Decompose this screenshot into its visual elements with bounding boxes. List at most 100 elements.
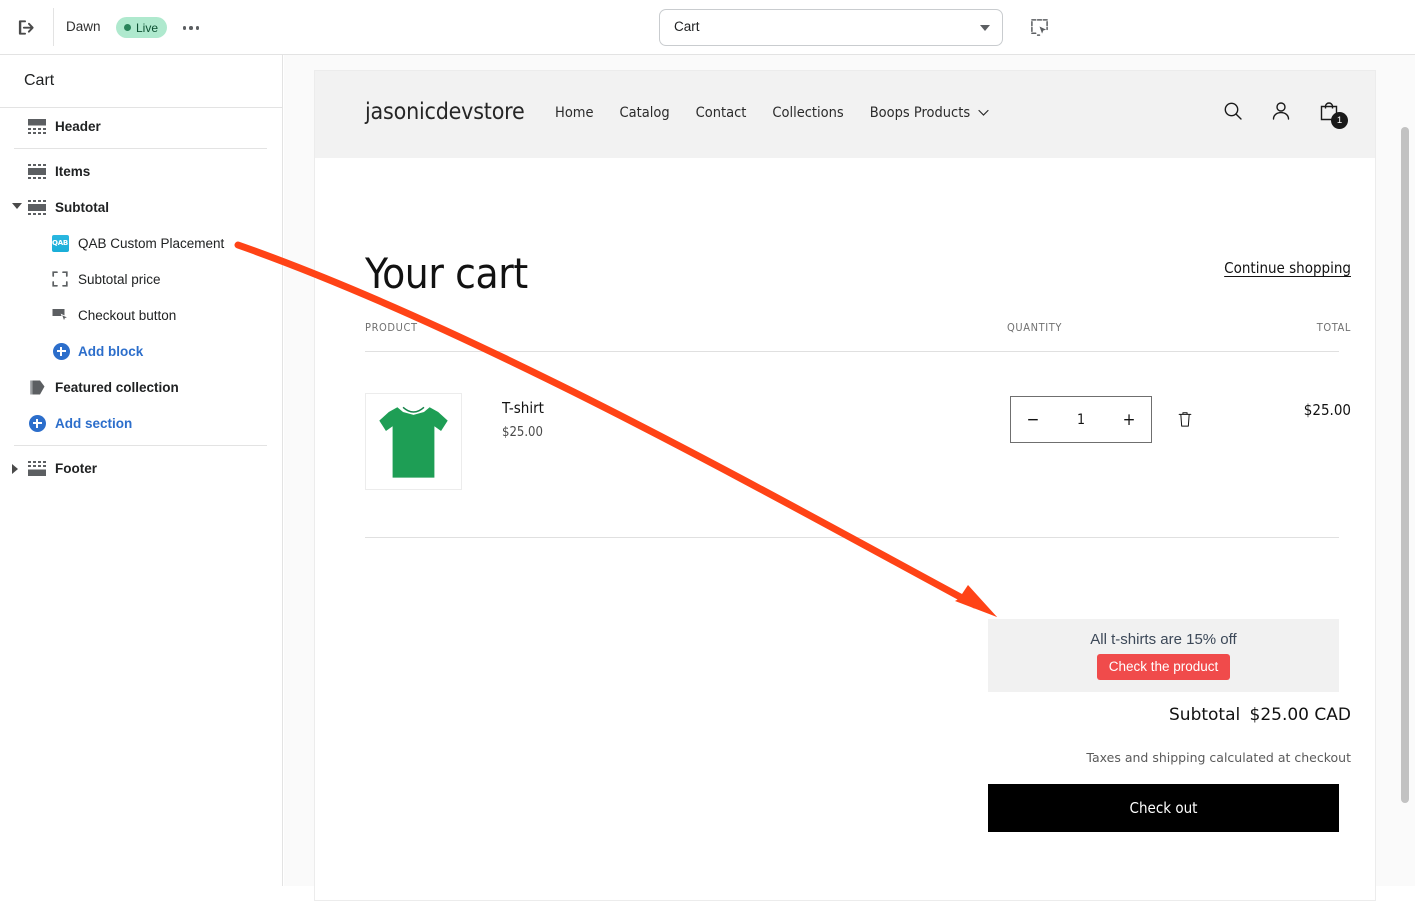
nav-link-home[interactable]: Home [555, 105, 594, 121]
promo-text: All t-shirts are 15% off [1090, 631, 1237, 648]
section-block-icon [27, 197, 47, 217]
product-name[interactable]: T-shirt [502, 399, 544, 417]
page-title: Cart [24, 72, 55, 89]
sidebar-item-checkout-button[interactable]: Checkout button [0, 297, 283, 333]
live-dot-icon [124, 24, 131, 31]
theme-preview-pane: jasonicdevstore Home Catalog Contact Collec… [284, 55, 1415, 901]
sidebar-item-label: Add section [55, 415, 133, 431]
promo-banner: All t-shirts are 15% off Check the produ… [988, 619, 1339, 692]
continue-shopping-link[interactable]: Continue shopping [1224, 259, 1351, 277]
sidebar-item-label: Subtotal [55, 199, 109, 215]
sidebar-item-label: Header [55, 118, 101, 134]
sidebar-divider [0, 144, 283, 153]
subtotal-value: $25.00 CAD [1249, 705, 1351, 725]
subtotal-label: Subtotal [1169, 705, 1241, 725]
chevron-right-icon[interactable] [12, 464, 18, 474]
status-badge-label: Live [136, 20, 159, 35]
ellipsis-icon [182, 26, 187, 30]
cart-heading: Your cart [365, 249, 528, 298]
account-person-icon[interactable] [1269, 99, 1295, 125]
plus-circle-icon [27, 413, 47, 433]
check-the-product-button[interactable]: Check the product [1096, 654, 1231, 680]
editor-top-bar: Dawn Live Cart [0, 0, 1415, 55]
column-header-product: PRODUCT [365, 321, 418, 334]
storefront-header: jasonicdevstore Home Catalog Contact Collec… [315, 71, 1375, 158]
preview-scrollbar[interactable] [1400, 70, 1411, 803]
sidebar-item-subtotal-price[interactable]: Subtotal price [0, 261, 283, 297]
column-header-quantity: QUANTITY [1007, 321, 1063, 334]
sidebar-item-label: Add block [78, 343, 144, 359]
chevron-down-icon[interactable] [12, 203, 22, 209]
divider-line [14, 445, 267, 446]
page-selector[interactable]: Cart [659, 9, 1003, 46]
store-logo[interactable]: jasonicdevstore [365, 99, 525, 125]
page-selector-value: Cart [674, 19, 700, 34]
sidebar-item-subtotal[interactable]: Subtotal [0, 189, 283, 225]
store-main-nav: Home Catalog Contact Collections Boops Produ… [555, 105, 989, 121]
sidebar-item-label: Featured collection [55, 379, 179, 395]
sidebar-item-add-block[interactable]: Add block [0, 333, 283, 369]
chevron-down-icon [980, 25, 990, 31]
sidebar-item-footer[interactable]: Footer [0, 450, 283, 486]
sidebar-item-featured-collection[interactable]: Featured collection [0, 369, 283, 405]
sidebar-item-label: Subtotal price [78, 271, 161, 287]
store-header-actions: 1 [1221, 99, 1348, 129]
table-divider-bottom [365, 537, 1339, 538]
chevron-down-icon [978, 105, 989, 121]
qab-app-icon: QAB [50, 233, 70, 253]
sidebar-item-label: Checkout button [78, 307, 177, 323]
tshirt-image [379, 406, 448, 478]
remove-item-button[interactable] [1175, 409, 1197, 431]
checkout-button[interactable]: Check out [988, 784, 1339, 832]
nav-link-catalog[interactable]: Catalog [620, 105, 670, 121]
tax-shipping-note: Taxes and shipping calculated at checkou… [1086, 750, 1351, 765]
sidebar-item-add-section[interactable]: Add section [0, 405, 283, 441]
quantity-increment-button[interactable]: + [1107, 397, 1151, 442]
quantity-input[interactable]: 1 [1077, 412, 1085, 428]
divider-line [14, 148, 267, 149]
nav-link-boops-products[interactable]: Boops Products [870, 105, 989, 121]
section-header-icon [27, 116, 47, 136]
inspector-select-icon [1030, 18, 1048, 36]
plus-glyph [52, 342, 70, 360]
nav-link-label: Boops Products [869, 105, 971, 121]
quantity-decrement-button[interactable]: − [1011, 397, 1055, 442]
search-icon[interactable] [1221, 99, 1247, 125]
quantity-stepper[interactable]: − 1 + [1010, 396, 1152, 443]
product-thumbnail[interactable] [365, 393, 462, 490]
qab-icon-label: QAB [51, 234, 69, 252]
theme-sections-sidebar: Cart Header Items Subtotal QAB QAB Custom Pl… [0, 55, 283, 886]
status-badge: Live [116, 17, 168, 38]
section-tree: Header Items Subtotal QAB QAB Custom Placeme… [0, 108, 283, 486]
sidebar-item-qab-custom-placement[interactable]: QAB QAB Custom Placement [0, 225, 283, 261]
back-to-admin-button[interactable] [10, 11, 42, 43]
sidebar-item-label: Items [55, 163, 91, 179]
cart-item-count: 1 [1331, 112, 1348, 129]
more-actions-button[interactable] [177, 14, 205, 42]
plus-circle-icon [51, 341, 71, 361]
sidebar-item-header[interactable]: Header [0, 108, 283, 144]
storefront-preview: jasonicdevstore Home Catalog Contact Collec… [314, 70, 1376, 901]
product-unit-price: $25.00 [502, 425, 543, 440]
inspector-toggle-button[interactable] [1024, 12, 1054, 42]
column-header-total: TOTAL [1316, 321, 1351, 334]
section-footer-icon [27, 458, 47, 478]
exit-to-app-icon [18, 19, 34, 35]
plus-glyph [28, 414, 46, 432]
topbar-divider [53, 8, 54, 46]
trash-icon [1178, 412, 1192, 427]
section-block-icon [27, 161, 47, 181]
nav-link-collections[interactable]: Collections [772, 105, 843, 121]
sidebar-divider [0, 441, 283, 450]
table-divider-top [365, 351, 1339, 352]
sidebar-item-label: QAB Custom Placement [78, 235, 225, 251]
theme-name: Dawn [66, 19, 101, 34]
nav-link-contact[interactable]: Contact [696, 105, 747, 121]
shopping-bag-icon[interactable]: 1 [1317, 99, 1348, 129]
text-block-icon [50, 269, 70, 289]
sidebar-item-label: Footer [55, 460, 97, 476]
sidebar-item-items[interactable]: Items [0, 153, 283, 189]
collection-tag-icon [27, 377, 47, 397]
line-item-total: $25.00 [1303, 401, 1351, 419]
preview-scrollbar-thumb[interactable] [1401, 127, 1409, 803]
